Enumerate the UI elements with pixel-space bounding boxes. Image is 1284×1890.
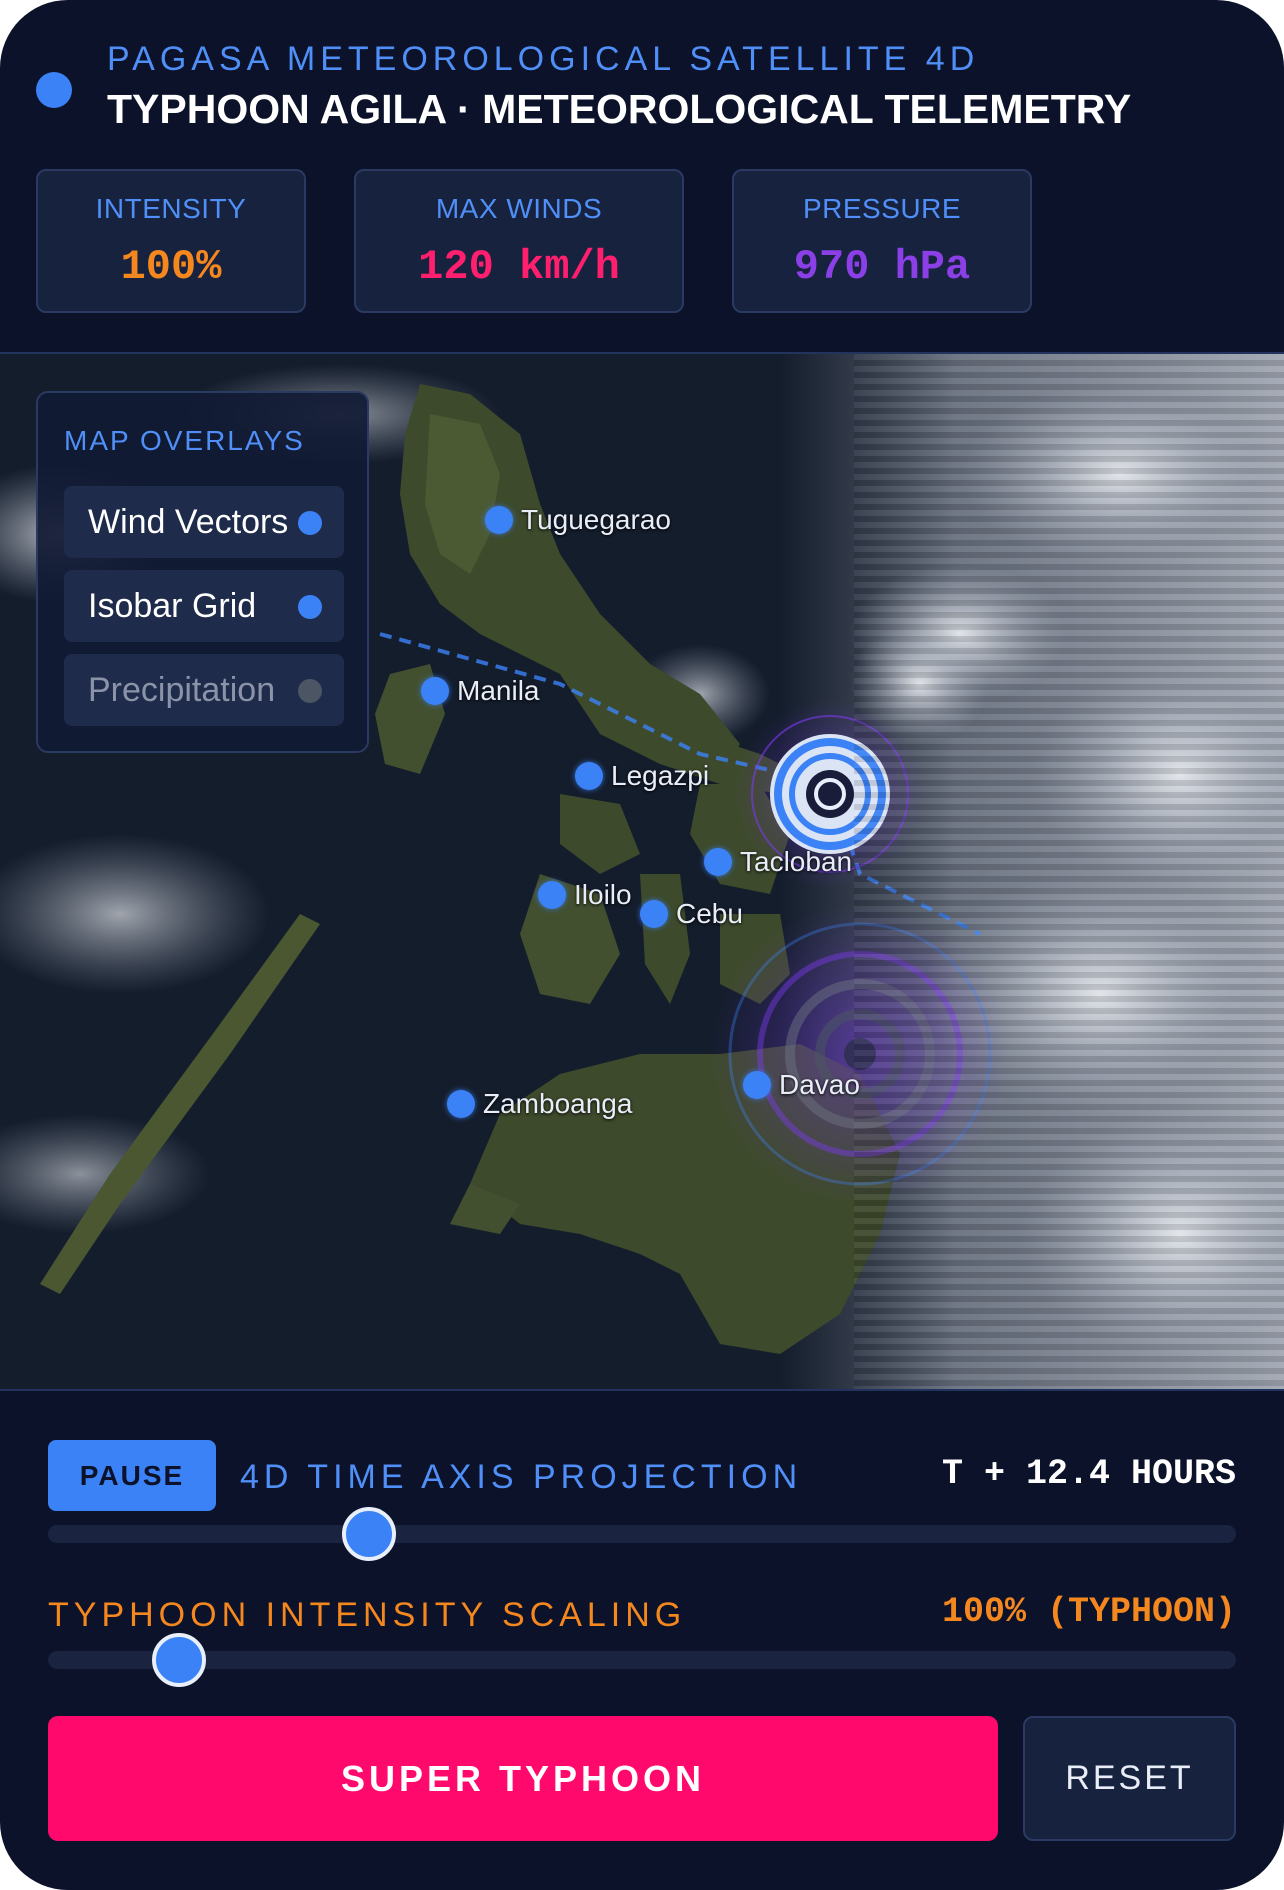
status-indicator-icon <box>36 72 72 108</box>
city-label: Tuguegarao <box>521 504 671 535</box>
page-title: TYPHOON AGILA · METEOROLOGICAL TELEMETRY <box>107 86 1132 132</box>
city-marker-davao[interactable]: Davao <box>743 1069 860 1101</box>
city-marker-tacloban[interactable]: Tacloban <box>704 846 852 878</box>
location-pin-icon <box>421 677 449 705</box>
stat-value: 970 hPa <box>793 243 971 291</box>
city-marker-iloilo[interactable]: Iloilo <box>538 879 632 911</box>
overlay-toggle-wind-vectors[interactable]: Wind Vectors <box>64 486 344 558</box>
toggle-off-indicator-icon <box>298 679 322 703</box>
overlay-toggle-precipitation[interactable]: Precipitation <box>64 654 344 726</box>
reset-button[interactable]: RESET <box>1023 1716 1236 1841</box>
intensity-scaling-label: TYPHOON INTENSITY SCALING <box>48 1596 687 1634</box>
city-label: Tacloban <box>740 846 853 877</box>
intensity-slider[interactable] <box>48 1633 1236 1687</box>
location-pin-icon <box>704 848 732 876</box>
overlay-label: Wind Vectors <box>88 503 289 541</box>
city-label: Legazpi <box>611 760 710 791</box>
stat-label: INTENSITY <box>95 193 247 224</box>
toggle-on-indicator-icon <box>298 511 322 535</box>
overlay-label: Isobar Grid <box>88 587 257 625</box>
location-pin-icon <box>538 881 566 909</box>
map-overlays-panel: MAP OVERLAYS Wind Vectors Isobar Grid Pr… <box>36 391 369 753</box>
stat-pressure: PRESSURE 970 hPa <box>732 169 1032 313</box>
stat-value: 120 km/h <box>418 243 620 291</box>
toggle-on-indicator-icon <box>298 595 322 619</box>
city-marker-zamboanga[interactable]: Zamboanga <box>447 1088 632 1120</box>
overlay-toggle-isobar-grid[interactable]: Isobar Grid <box>64 570 344 642</box>
city-label: Iloilo <box>574 879 632 910</box>
stat-label: PRESSURE <box>802 193 962 224</box>
location-pin-icon <box>640 900 668 928</box>
time-axis-slider-handle[interactable] <box>341 1507 396 1561</box>
city-marker-legazpi[interactable]: Legazpi <box>575 760 709 792</box>
telemetry-panel: PAGASA METEOROLOGICAL SATELLITE 4D TYPHO… <box>0 0 1284 1890</box>
location-pin-icon <box>743 1071 771 1099</box>
city-marker-tuguegarao[interactable]: Tuguegarao <box>485 504 671 536</box>
time-axis-value: T + 12.4 HOURS <box>941 1454 1236 1494</box>
time-axis-label: 4D TIME AXIS PROJECTION <box>240 1458 803 1496</box>
city-label: Davao <box>779 1069 860 1100</box>
map-overlays-title: MAP OVERLAYS <box>64 425 305 456</box>
intensity-slider-handle[interactable] <box>151 1633 206 1687</box>
overlay-label: Precipitation <box>88 671 276 709</box>
stat-value: 100% <box>120 243 222 291</box>
satellite-map[interactable]: Tuguegarao Manila Legazpi Tacloban Iloil… <box>0 352 1284 1391</box>
city-marker-cebu[interactable]: Cebu <box>640 898 743 930</box>
city-marker-manila[interactable]: Manila <box>421 675 539 707</box>
stat-label: MAX WINDS <box>435 193 603 224</box>
location-pin-icon <box>575 762 603 790</box>
intensity-scaling-value: 100% (TYPHOON) <box>941 1592 1236 1632</box>
super-typhoon-button[interactable]: SUPER TYPHOON <box>48 1716 998 1841</box>
pause-button[interactable]: PAUSE <box>48 1440 216 1511</box>
city-label: Manila <box>457 675 540 706</box>
location-pin-icon <box>485 506 513 534</box>
city-label: Zamboanga <box>483 1088 633 1119</box>
location-pin-icon <box>447 1090 475 1118</box>
app-subtitle: PAGASA METEOROLOGICAL SATELLITE 4D <box>107 40 980 78</box>
city-label: Cebu <box>676 898 743 929</box>
stat-intensity: INTENSITY 100% <box>36 169 306 313</box>
stat-max-winds: MAX WINDS 120 km/h <box>354 169 684 313</box>
time-axis-slider[interactable] <box>48 1507 1236 1561</box>
